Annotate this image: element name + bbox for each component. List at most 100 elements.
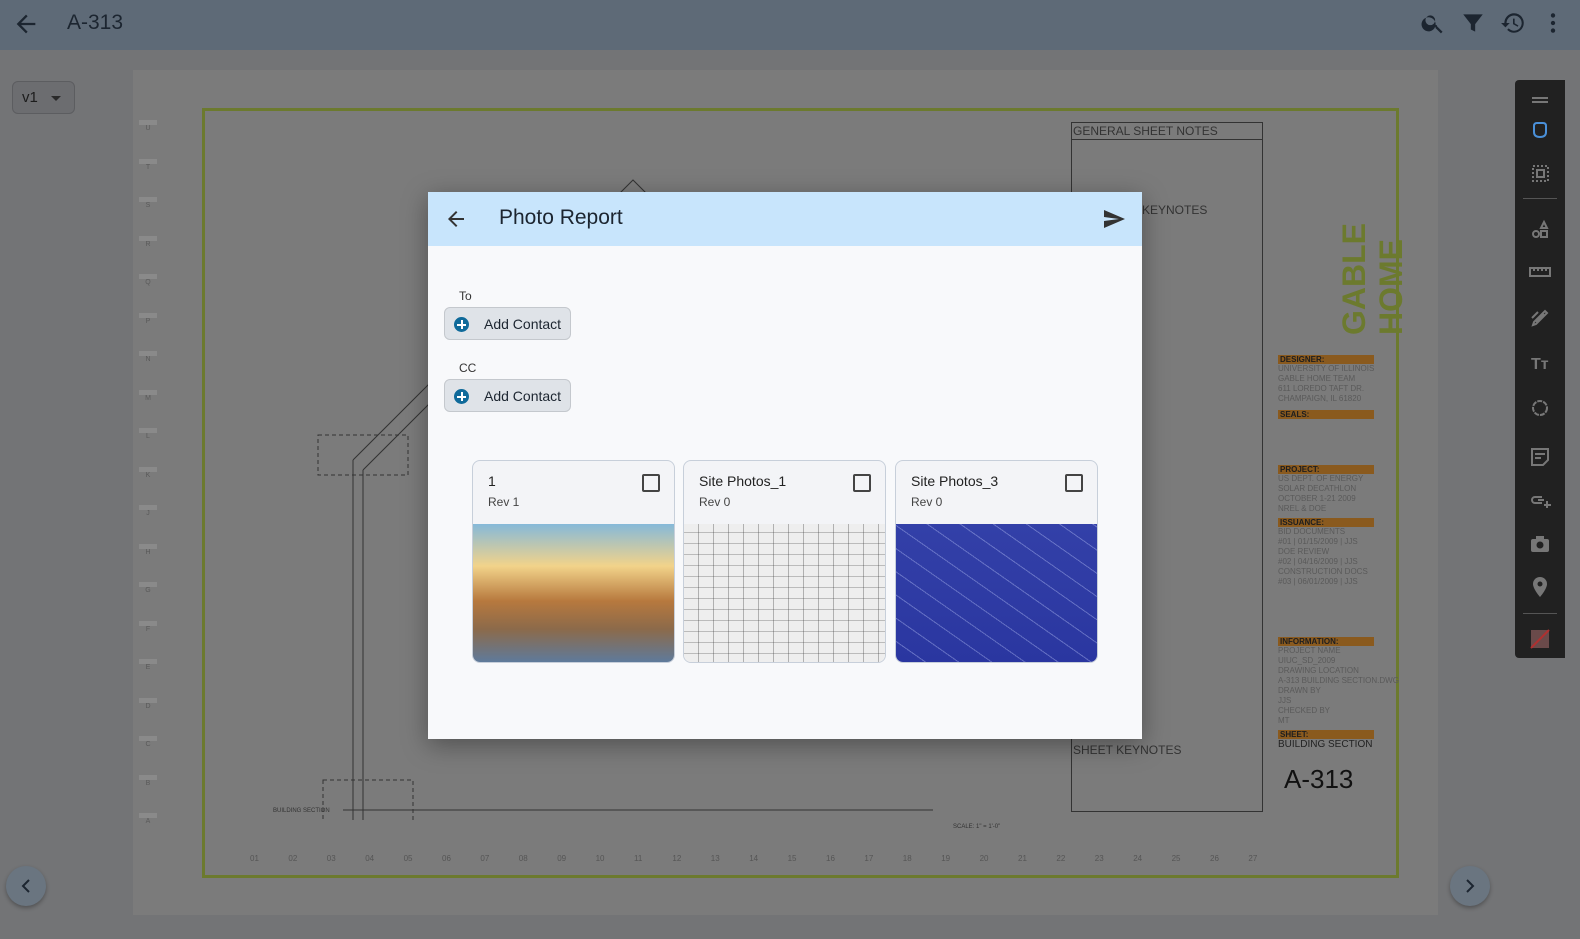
photo-card[interactable]: Site Photos_3 Rev 0 — [895, 460, 1098, 663]
issuance-line: #03 | 06/01/2009 | JJS — [1278, 577, 1358, 586]
card-checkbox[interactable] — [853, 474, 871, 492]
grid-row-label: T — [139, 158, 157, 171]
text-icon[interactable]: Tт — [1528, 350, 1552, 374]
send-icon[interactable] — [1102, 207, 1126, 231]
information-heading: INFORMATION: — [1278, 637, 1374, 646]
grid-row-label: D — [139, 697, 157, 710]
grid-row-label: S — [139, 197, 157, 209]
grid-row-label: N — [139, 351, 157, 363]
version-value: v1 — [22, 89, 38, 106]
grid-col-label: 07 — [480, 854, 490, 863]
project-line: NREL & DOE — [1278, 504, 1327, 513]
caret-down-icon — [51, 96, 61, 106]
grid-col-label: 08 — [518, 854, 528, 863]
grid-col-label: 09 — [557, 854, 567, 863]
issuance-line: DOE REVIEW — [1278, 547, 1330, 556]
information-line: UIUC_SD_2009 — [1278, 656, 1336, 665]
grid-col-label: 16 — [826, 854, 835, 863]
grid-col-label: 10 — [595, 854, 605, 863]
grid-col-label: 02 — [288, 854, 298, 863]
designer-line: 611 LOREDO TAFT DR. — [1278, 384, 1365, 393]
grid-row-label: M — [139, 389, 157, 402]
grid-col-label: 14 — [749, 854, 759, 863]
information-line: DRAWING LOCATION — [1278, 666, 1359, 675]
arrow-left-icon[interactable] — [444, 207, 468, 231]
designer-line: UNIVERSITY OF ILLINOIS — [1278, 364, 1375, 373]
photo-thumbnail[interactable] — [473, 524, 674, 662]
grid-col-label: 24 — [1133, 854, 1143, 863]
information-line: A-313 BUILDING SECTION.DWG — [1278, 676, 1399, 685]
project-line: OCTOBER 1-21 2009 — [1278, 494, 1356, 503]
project-line: US DEPT. OF ENERGY — [1278, 474, 1364, 483]
card-checkbox[interactable] — [1065, 474, 1083, 492]
designer-line: CHAMPAIGN, IL 61820 — [1278, 394, 1362, 403]
filter-icon[interactable] — [1460, 10, 1486, 36]
issuance-heading: ISSUANCE: — [1278, 518, 1374, 527]
grid-row-label: R — [139, 235, 157, 248]
grid-row-label: K — [139, 466, 157, 479]
card-title: Site Photos_3 — [911, 473, 999, 489]
cc-label: CC — [459, 361, 477, 375]
grid-col-label: 19 — [941, 854, 951, 863]
information-line: PROJECT NAME — [1278, 646, 1341, 655]
grid-col-label: 06 — [442, 854, 451, 863]
photo-thumbnail[interactable] — [684, 524, 885, 662]
more-vert-icon[interactable] — [1540, 10, 1566, 36]
link-add-icon[interactable] — [1528, 488, 1552, 512]
grid-col-label: 23 — [1094, 854, 1104, 863]
grid-row-label: J — [139, 505, 157, 517]
grid-col-label: 05 — [403, 854, 413, 863]
grid-row-label: H — [139, 543, 157, 556]
search-icon[interactable] — [1420, 10, 1446, 36]
color-swatch-icon[interactable] — [1528, 627, 1552, 651]
page-title: A-313 — [67, 11, 124, 34]
grid-row-label: L — [139, 428, 157, 440]
grid-col-label: 25 — [1171, 854, 1181, 863]
add-cc-contact-button[interactable]: Add Contact — [444, 379, 571, 412]
card-revision: Rev 1 — [488, 495, 520, 509]
arrow-left-icon[interactable] — [12, 10, 40, 38]
grid-row-label: Q — [139, 274, 157, 286]
grid-row-label: P — [139, 312, 157, 325]
pen-icon[interactable] — [1528, 306, 1552, 330]
note-icon[interactable] — [1528, 445, 1552, 469]
version-select[interactable]: v1 — [12, 81, 75, 114]
shapes-icon[interactable] — [1528, 219, 1552, 243]
designer-line: GABLE HOME TEAM — [1278, 374, 1356, 383]
history-icon[interactable] — [1500, 10, 1526, 36]
photo-card[interactable]: 1 Rev 1 — [472, 460, 675, 663]
sheet-keynotes-heading: SHEET KEYNOTES — [1073, 743, 1182, 757]
grid-col-label: 01 — [250, 854, 259, 863]
grid-col-label: 04 — [365, 854, 375, 863]
pin-icon[interactable] — [1528, 575, 1552, 599]
select-area-icon[interactable] — [1528, 162, 1552, 186]
photo-report-dialog: Photo Report To Add Contact CC Add Conta… — [428, 192, 1142, 739]
previous-sheet-button[interactable] — [6, 866, 46, 906]
photo-thumbnail[interactable] — [896, 524, 1097, 662]
sheet-number: A-313 — [1284, 764, 1354, 794]
ruler-icon[interactable] — [1528, 260, 1552, 284]
toolbar-divider — [1523, 613, 1557, 614]
grid-col-label: 27 — [1248, 854, 1258, 863]
svg-text:Tт: Tт — [1531, 356, 1549, 373]
camera-icon[interactable] — [1528, 532, 1552, 556]
grid-col-label: 20 — [979, 854, 989, 863]
sheet-heading: SHEET: — [1278, 730, 1374, 739]
drag-handle-icon[interactable] — [1528, 88, 1552, 112]
button-label: Add Contact — [484, 388, 562, 404]
grid-col-label: 12 — [672, 854, 682, 863]
card-title: Site Photos_1 — [699, 473, 787, 489]
grid-col-label: 18 — [902, 854, 912, 863]
add-to-contact-button[interactable]: Add Contact — [444, 307, 571, 340]
next-sheet-button[interactable] — [1450, 866, 1490, 906]
grid-col-label: 13 — [710, 854, 720, 863]
photo-card[interactable]: Site Photos_1 Rev 0 — [683, 460, 886, 663]
keynotes-heading: KEYNOTES — [1142, 203, 1208, 217]
card-checkbox[interactable] — [642, 474, 660, 492]
cloud-icon[interactable] — [1528, 396, 1552, 420]
issuance-line: #02 | 04/16/2009 | JJS — [1278, 557, 1358, 566]
pan-hand-icon[interactable] — [1528, 118, 1552, 142]
general-notes-heading: GENERAL SHEET NOTES — [1072, 123, 1262, 140]
title-block: DESIGNER: UNIVERSITY OF ILLINOIS GABLE HO… — [1278, 355, 1399, 795]
information-line: JJS — [1278, 696, 1292, 705]
